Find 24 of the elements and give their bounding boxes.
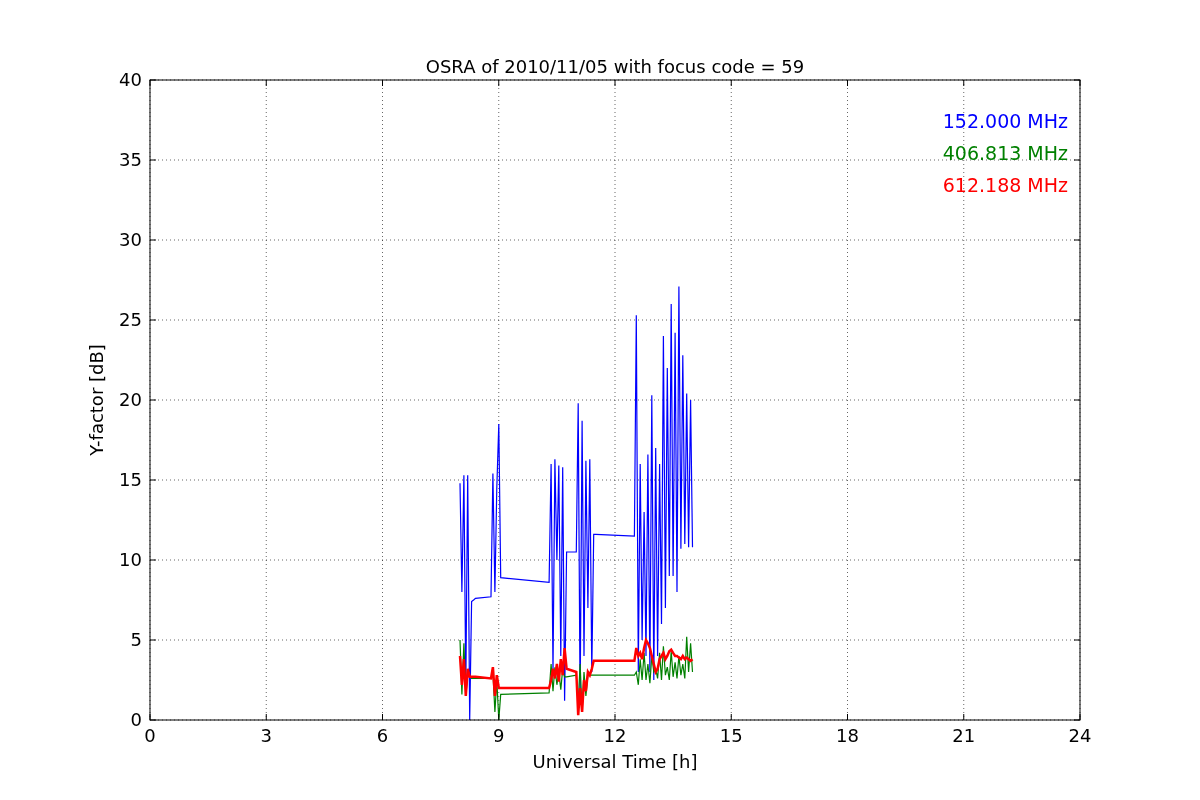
x-tick-label: 24 [1068, 725, 1092, 746]
y-tick-label: 10 [119, 549, 142, 570]
x-tick-label: 6 [376, 725, 389, 746]
x-tick-label: 0 [144, 725, 156, 746]
y-tick-label: 15 [119, 469, 142, 490]
x-axis-label: Universal Time [h] [532, 751, 698, 772]
chart-title: OSRA of 2010/11/05 with focus code = 59 [425, 56, 805, 77]
y-tick-label: 5 [130, 629, 142, 650]
legend-label: 152.000 MHz [942, 110, 1068, 132]
y-tick-label: 30 [119, 229, 142, 250]
x-tick-label: 15 [719, 725, 743, 746]
x-tick-label: 9 [493, 725, 505, 746]
legend-label: 406.813 MHz [942, 142, 1068, 164]
y-axis-label: Y-factor [dB] [86, 344, 107, 456]
x-tick-label: 3 [260, 725, 272, 746]
x-tick-label: 21 [952, 725, 976, 746]
y-tick-label: 40 [119, 69, 142, 90]
y-tick-label: 0 [130, 709, 142, 730]
y-tick-label: 25 [119, 309, 142, 330]
legend-label: 612.188 MHz [942, 174, 1068, 196]
y-tick-label: 35 [119, 149, 142, 170]
x-tick-label: 12 [603, 725, 627, 746]
y-tick-label: 20 [119, 389, 142, 410]
x-tick-label: 18 [836, 725, 859, 746]
